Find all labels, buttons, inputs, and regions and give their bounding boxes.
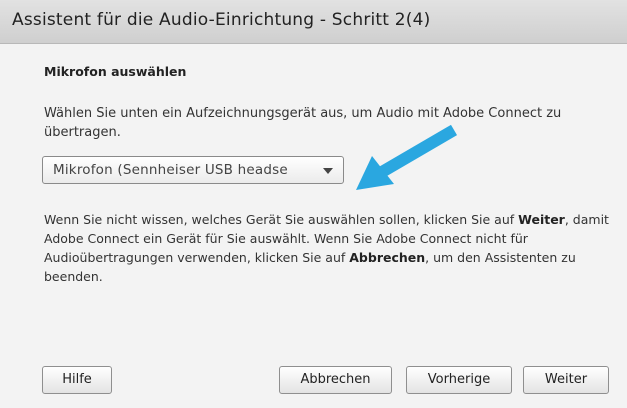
cancel-button[interactable]: Abbrechen (279, 366, 392, 394)
intro-text: Wählen Sie unten ein Aufzeichnungsgerät … (44, 106, 562, 140)
dialog-body: Mikrofon auswählen Wählen Sie unten ein … (0, 44, 627, 408)
chevron-down-icon (323, 168, 333, 174)
help-text: Wenn Sie nicht wissen, welches Gerät Sie… (44, 210, 614, 286)
audio-setup-dialog: Assistent für die Audio-Einrichtung - Sc… (0, 0, 627, 408)
section-heading: Mikrofon auswählen (44, 64, 187, 79)
help-button[interactable]: Hilfe (42, 366, 112, 394)
annotation-arrow-icon (356, 124, 458, 190)
microphone-select[interactable]: Mikrofon (Sennheiser USB headse (42, 156, 344, 184)
help-text-part1: Wenn Sie nicht wissen, welches Gerät Sie… (44, 212, 519, 227)
dialog-title: Assistent für die Audio-Einrichtung - Sc… (12, 10, 431, 30)
previous-button[interactable]: Vorherige (406, 366, 512, 394)
help-text-weiter: Weiter (518, 212, 565, 227)
microphone-select-value: Mikrofon (Sennheiser USB headse (53, 162, 288, 178)
help-text-abbrechen: Abbrechen (349, 250, 426, 265)
next-button[interactable]: Weiter (523, 366, 609, 394)
title-bar[interactable]: Assistent für die Audio-Einrichtung - Sc… (0, 0, 627, 44)
